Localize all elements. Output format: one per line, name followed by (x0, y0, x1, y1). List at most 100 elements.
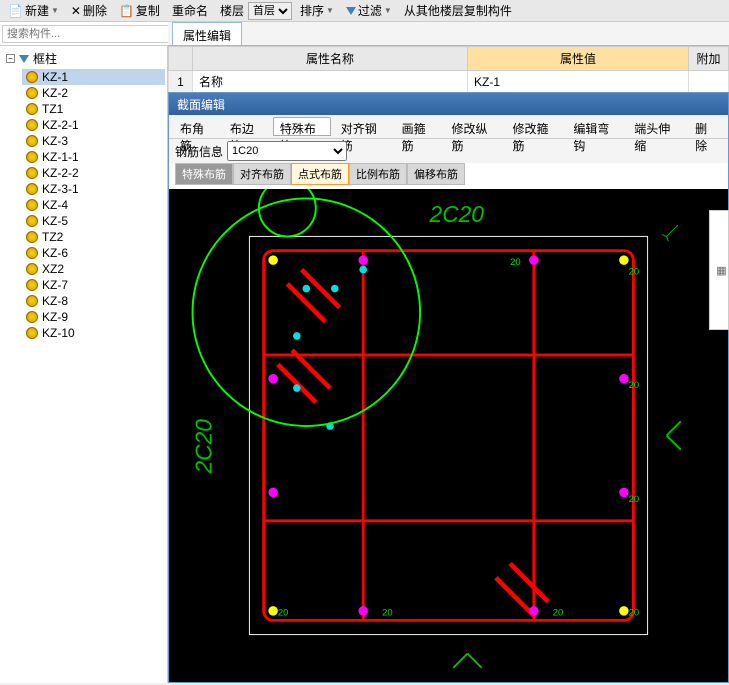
svg-text:20: 20 (629, 494, 640, 505)
tree-item[interactable]: KZ-7 (22, 277, 165, 293)
tree-root-label: 框柱 (33, 50, 57, 67)
column-icon (26, 87, 38, 99)
section-canvas[interactable]: 20 20 20 20 20 20 20 20 2C20 2C20 (169, 189, 728, 682)
svg-text:20: 20 (629, 380, 640, 391)
rename-button[interactable]: 重命名 (168, 2, 212, 19)
column-icon (26, 183, 38, 195)
column-icon (26, 119, 38, 131)
tree-item[interactable]: KZ-3-1 (22, 181, 165, 197)
tree-item-label: TZ2 (42, 230, 63, 244)
chevron-down-icon: ▼ (326, 6, 334, 15)
tree-item-label: KZ-1 (42, 70, 68, 84)
tree-item[interactable]: KZ-2 (22, 85, 165, 101)
tree-item[interactable]: KZ-3 (22, 133, 165, 149)
rebar-size-label: 20 (510, 257, 521, 268)
section-tab[interactable]: 画箍筋 (395, 117, 442, 136)
svg-text:20: 20 (278, 608, 289, 619)
chevron-down-icon: ▼ (51, 6, 59, 15)
funnel-icon (346, 7, 356, 15)
col-extra: 附加 (689, 47, 729, 71)
section-tab[interactable]: 布边筋 (223, 117, 270, 136)
section-tab[interactable]: 编辑弯钩 (566, 117, 624, 136)
dim-left: 2C20 (190, 419, 216, 475)
floor-select[interactable]: 首层 (248, 2, 292, 20)
tree-item[interactable]: KZ-9 (22, 309, 165, 325)
options-header: 特殊布筋 (175, 163, 233, 185)
svg-text:20: 20 (629, 266, 640, 277)
tree-item-label: XZ2 (42, 262, 64, 276)
tree-item[interactable]: KZ-6 (22, 245, 165, 261)
option-button[interactable]: 对齐布筋 (233, 163, 291, 185)
section-tab[interactable]: 删除 (688, 117, 724, 136)
column-icon (26, 247, 38, 259)
filter-icon (19, 55, 29, 63)
tree-item[interactable]: KZ-2-1 (22, 117, 165, 133)
copy-from-floor-button[interactable]: 从其他楼层复制构件 (400, 2, 516, 19)
section-tab[interactable]: 特殊布筋 (273, 117, 331, 136)
column-icon (26, 71, 38, 83)
column-icon (26, 215, 38, 227)
tree-item-label: KZ-6 (42, 246, 68, 260)
option-button[interactable]: 偏移布筋 (407, 163, 465, 185)
copy-floor-label: 从其他楼层复制构件 (404, 2, 512, 19)
tree-item[interactable]: KZ-8 (22, 293, 165, 309)
section-tab[interactable]: 端头伸缩 (627, 117, 685, 136)
tree-item[interactable]: TZ1 (22, 101, 165, 117)
tree-item-label: KZ-1-1 (42, 150, 79, 164)
tree-item-label: KZ-4 (42, 198, 68, 212)
new-button[interactable]: 📄 新建 ▼ (4, 2, 63, 19)
collapse-icon[interactable]: − (6, 54, 15, 63)
prop-name: 名称 (193, 71, 468, 93)
filter-button[interactable]: 过滤 ▼ (342, 2, 396, 19)
column-icon (26, 295, 38, 307)
tree-item[interactable]: KZ-4 (22, 197, 165, 213)
option-button[interactable]: 点式布筋 (291, 163, 349, 185)
rename-label: 重命名 (172, 2, 208, 19)
rebar-info-label: 钢筋信息 (175, 143, 223, 160)
section-tab[interactable]: 修改纵筋 (445, 117, 503, 136)
dim-top: 2C20 (429, 201, 485, 227)
tree-item[interactable]: KZ-1-1 (22, 149, 165, 165)
new-icon: 📄 (8, 4, 23, 18)
svg-text:20: 20 (553, 608, 564, 619)
rebar-info-select[interactable]: 1C20 (227, 141, 347, 161)
tree-item[interactable]: KZ-5 (22, 213, 165, 229)
row-num: 1 (169, 71, 193, 93)
copy-button[interactable]: 📋 复制 (115, 2, 164, 19)
tree-item[interactable]: KZ-1 (22, 69, 165, 85)
tab-property-edit[interactable]: 属性编辑 (172, 22, 242, 45)
section-tab[interactable]: 修改箍筋 (505, 117, 563, 136)
new-label: 新建 (25, 2, 49, 19)
tree-item-label: KZ-3-1 (42, 182, 79, 196)
column-icon (26, 135, 38, 147)
tree-item-label: KZ-3 (42, 134, 68, 148)
tree-item-label: KZ-2-2 (42, 166, 79, 180)
sort-button[interactable]: 排序 ▼ (296, 2, 338, 19)
tree-item[interactable]: XZ2 (22, 261, 165, 277)
tree-item-label: KZ-5 (42, 214, 68, 228)
tree-item[interactable]: TZ2 (22, 229, 165, 245)
delete-button[interactable]: ✕ 删除 (67, 2, 111, 19)
left-tree-pane: − 框柱 KZ-1KZ-2TZ1KZ-2-1KZ-3 KZ-1-1 KZ-2-2 KZ… (0, 46, 168, 683)
tree-item[interactable]: KZ-2-2 (22, 165, 165, 181)
section-tab[interactable]: 布角筋 (173, 117, 220, 136)
col-value: 属性值 (468, 47, 689, 71)
column-icon (26, 279, 38, 291)
delete-icon: ✕ (71, 4, 81, 18)
prop-extra[interactable] (689, 71, 729, 93)
tree-root-row[interactable]: − 框柱 (2, 48, 165, 69)
col-num (169, 47, 193, 71)
column-icon (26, 199, 38, 211)
option-button[interactable]: 比例布筋 (349, 163, 407, 185)
table-row[interactable]: 1 名称 KZ-1 (169, 71, 729, 93)
section-editor-title: 截面编辑 (169, 93, 728, 115)
svg-text:20: 20 (629, 608, 640, 619)
qr-icon: ▦ (715, 264, 727, 277)
prop-value[interactable]: KZ-1 (468, 71, 689, 93)
copy-icon: 📋 (119, 4, 134, 18)
tree-item[interactable]: KZ-10 (22, 325, 165, 341)
column-icon (26, 151, 38, 163)
section-tab[interactable]: 对齐钢筋 (334, 117, 392, 136)
chevron-down-icon: ▼ (384, 6, 392, 15)
column-icon (26, 263, 38, 275)
